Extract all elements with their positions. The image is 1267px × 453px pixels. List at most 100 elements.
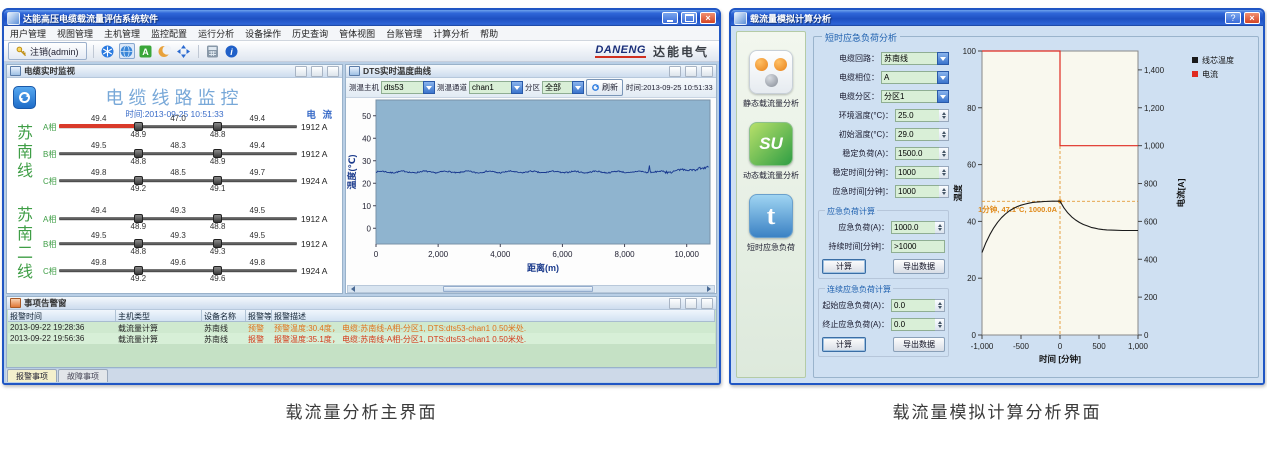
menu-item[interactable]: 设备操作	[245, 27, 281, 40]
alarm-config-icon[interactable]: A	[138, 43, 154, 59]
input-field[interactable]: 1000	[895, 185, 949, 198]
night-mode-icon[interactable]	[157, 43, 173, 59]
svg-text:20: 20	[967, 274, 976, 283]
alarm-cell: 预警温度:30.4度， 电缆:苏南线-A相-分区1, DTS:dts53-cha…	[272, 322, 715, 333]
restore-button[interactable]	[681, 12, 697, 24]
spin-up-icon[interactable]	[942, 148, 946, 153]
panel-maximize-button[interactable]	[327, 66, 339, 77]
calc-button[interactable]: 计算	[822, 337, 866, 352]
menu-item[interactable]: 帮助	[480, 27, 498, 40]
calculator-icon[interactable]	[205, 43, 221, 59]
panel-float-button[interactable]	[295, 66, 307, 77]
refresh-button[interactable]: 刷新	[586, 79, 623, 96]
window-title: 达能高压电缆载流量评估系统软件	[23, 12, 659, 25]
input-field[interactable]: 1000	[895, 166, 949, 179]
globe-icon[interactable]	[119, 43, 135, 59]
form-row: 电缆分区：分区1	[818, 87, 949, 106]
panel-float-button[interactable]	[669, 66, 681, 77]
input-field[interactable]: 25.0	[895, 109, 949, 122]
input-field[interactable]: 1500.0	[895, 147, 949, 160]
close-button[interactable]: ×	[1244, 12, 1260, 24]
spinner-buttons[interactable]	[939, 147, 949, 160]
spin-up-icon[interactable]	[938, 300, 942, 305]
dropdown-arrow-icon[interactable]	[423, 81, 435, 94]
sidebar-item[interactable]: t短时应急负荷	[737, 194, 805, 253]
menu-item[interactable]: 视图管理	[57, 27, 93, 40]
panel-maximize-button[interactable]	[701, 66, 713, 77]
spinner-buttons[interactable]	[935, 299, 945, 312]
dropdown-arrow-icon[interactable]	[937, 90, 949, 103]
spin-down-icon[interactable]	[942, 154, 946, 159]
snowflake-icon[interactable]	[100, 43, 116, 59]
spin-down-icon[interactable]	[942, 192, 946, 197]
logout-button[interactable]: 注销(admin)	[8, 42, 87, 60]
spin-down-icon[interactable]	[942, 173, 946, 178]
host-select[interactable]: dts53	[381, 81, 435, 94]
fullscreen-icon[interactable]	[176, 43, 192, 59]
spinner-buttons[interactable]	[939, 166, 949, 179]
spinner-buttons[interactable]	[935, 221, 945, 234]
panel-maximize-button[interactable]	[701, 298, 713, 309]
menu-item[interactable]: 计算分析	[433, 27, 469, 40]
spin-down-icon[interactable]	[942, 135, 946, 140]
menu-item[interactable]: 运行分析	[198, 27, 234, 40]
zone-select[interactable]: 全部	[542, 81, 584, 94]
dropdown[interactable]: A	[881, 71, 949, 84]
scroll-right-icon[interactable]	[705, 286, 714, 292]
menu-item[interactable]: 监控配置	[151, 27, 187, 40]
spin-up-icon[interactable]	[938, 319, 942, 324]
spin-up-icon[interactable]	[938, 222, 942, 227]
horizontal-scrollbar[interactable]	[347, 285, 715, 293]
dropdown[interactable]: 分区1	[881, 90, 949, 103]
sidebar-item[interactable]: 静态载流量分析	[737, 50, 805, 109]
input-field[interactable]: 0.0	[891, 318, 945, 331]
channel-select[interactable]: chan1	[469, 81, 523, 94]
spinner-buttons[interactable]	[939, 109, 949, 122]
close-button[interactable]: ×	[700, 12, 716, 24]
menu-item[interactable]: 管体视图	[339, 27, 375, 40]
panel-minimize-button[interactable]	[685, 66, 697, 77]
dropdown-arrow-icon[interactable]	[572, 81, 584, 94]
tab-fault-events[interactable]: 故障事项	[58, 369, 108, 382]
calc-button[interactable]: 计算	[822, 259, 866, 274]
scrollbar-thumb[interactable]	[443, 286, 593, 292]
spin-up-icon[interactable]	[942, 167, 946, 172]
alarm-row[interactable]: 2013-09-22 19:56:36载流量计算苏南线报警报警温度:35.1度，…	[8, 333, 715, 344]
info-icon[interactable]: i	[224, 43, 240, 59]
scroll-left-icon[interactable]	[348, 286, 357, 292]
input-field[interactable]: 0.0	[891, 299, 945, 312]
spinner-buttons[interactable]	[939, 128, 949, 141]
cable-row: C相49.848.549.749.249.11924 A	[7, 168, 342, 194]
help-button[interactable]: ?	[1225, 12, 1241, 24]
dropdown[interactable]: 苏南线	[881, 52, 949, 65]
menu-item[interactable]: 主机管理	[104, 27, 140, 40]
input-field[interactable]: 1000.0	[891, 221, 945, 234]
minimize-button[interactable]	[662, 12, 678, 24]
spin-up-icon[interactable]	[942, 110, 946, 115]
spinner-buttons[interactable]	[939, 185, 949, 198]
spin-down-icon[interactable]	[942, 116, 946, 121]
export-data-button[interactable]: 导出数据	[893, 259, 945, 274]
dropdown-arrow-icon[interactable]	[511, 81, 523, 94]
panel-float-button[interactable]	[669, 298, 681, 309]
left-caption: 载流量分析主界面	[2, 398, 721, 423]
sidebar-item[interactable]: SU动态载流量分析	[737, 122, 805, 181]
panel-minimize-button[interactable]	[685, 298, 697, 309]
spin-up-icon[interactable]	[942, 186, 946, 191]
dropdown-arrow-icon[interactable]	[937, 52, 949, 65]
spin-down-icon[interactable]	[938, 325, 942, 330]
export-data-button[interactable]: 导出数据	[893, 337, 945, 352]
spin-down-icon[interactable]	[938, 306, 942, 311]
spin-down-icon[interactable]	[938, 228, 942, 233]
menu-item[interactable]: 台账管理	[386, 27, 422, 40]
tab-alarm-events[interactable]: 报警事项	[7, 369, 57, 382]
input-field[interactable]: >1000	[891, 240, 945, 253]
dropdown-arrow-icon[interactable]	[937, 71, 949, 84]
input-field[interactable]: 29.0	[895, 128, 949, 141]
panel-minimize-button[interactable]	[311, 66, 323, 77]
spin-up-icon[interactable]	[942, 129, 946, 134]
spinner-buttons[interactable]	[935, 318, 945, 331]
menu-item[interactable]: 用户管理	[10, 27, 46, 40]
menu-item[interactable]: 历史查询	[292, 27, 328, 40]
alarm-row[interactable]: 2013-09-22 19:28:36载流量计算苏南线预警预警温度:30.4度，…	[8, 322, 715, 333]
